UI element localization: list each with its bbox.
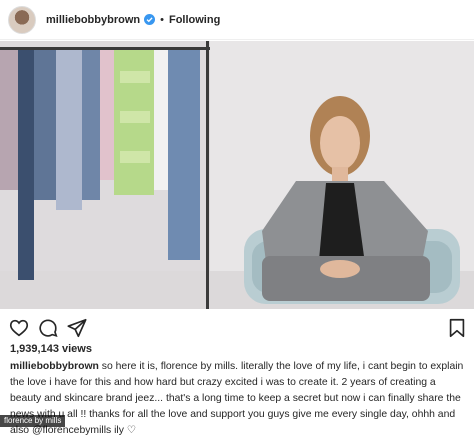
post-caption: milliebobbybrown so here it is, florence…	[10, 359, 466, 439]
post-header: milliebobbybrown • Following	[0, 0, 474, 40]
verified-badge-icon	[144, 14, 156, 25]
post-username[interactable]: milliebobbybrown	[46, 14, 140, 26]
bookmark-icon[interactable]	[446, 317, 468, 339]
avatar[interactable]	[8, 5, 36, 34]
following-button[interactable]: Following	[169, 14, 220, 26]
caption-username[interactable]: milliebobbybrown	[10, 361, 99, 372]
share-icon[interactable]	[66, 317, 88, 339]
instagram-post: milliebobbybrown • Following 1,939,143 v…	[0, 0, 474, 436]
comment-icon[interactable]	[37, 317, 59, 339]
video-watermark: florence by mills	[0, 415, 66, 427]
heart-icon[interactable]	[8, 317, 30, 339]
post-actions	[0, 315, 474, 341]
view-count: 1,939,143 views	[10, 343, 92, 355]
post-video[interactable]	[0, 41, 474, 309]
header-separator: •	[160, 13, 164, 26]
caption-text: so here it is, florence by mills. litera…	[10, 361, 464, 436]
